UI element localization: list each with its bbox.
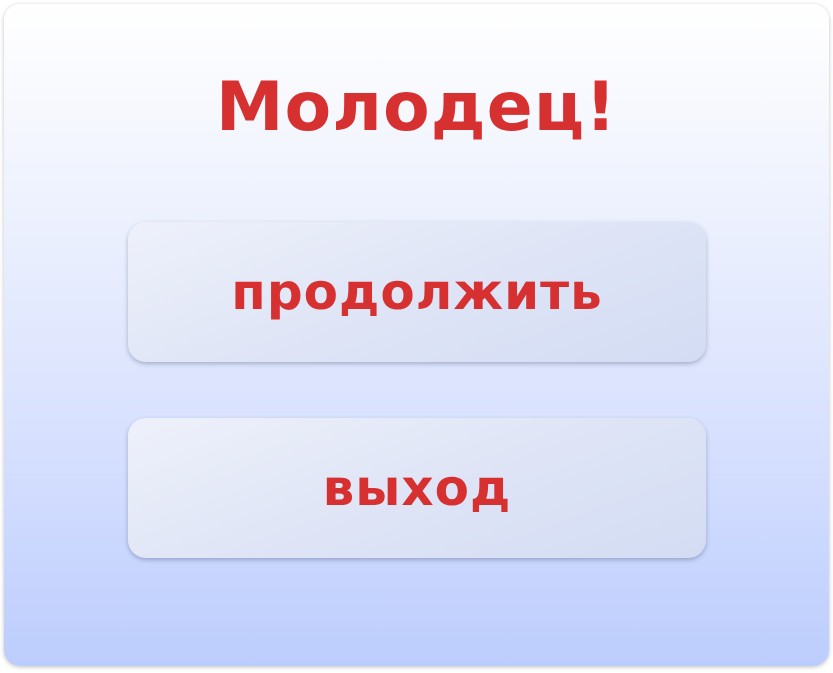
continue-button[interactable]: продолжить — [128, 222, 706, 362]
dialog-title: Молодец! — [215, 68, 618, 147]
exit-button[interactable]: выход — [128, 418, 706, 558]
result-dialog: Молодец! продолжить выход — [4, 4, 829, 666]
exit-button-label: выход — [322, 459, 512, 517]
continue-button-label: продолжить — [231, 263, 603, 321]
